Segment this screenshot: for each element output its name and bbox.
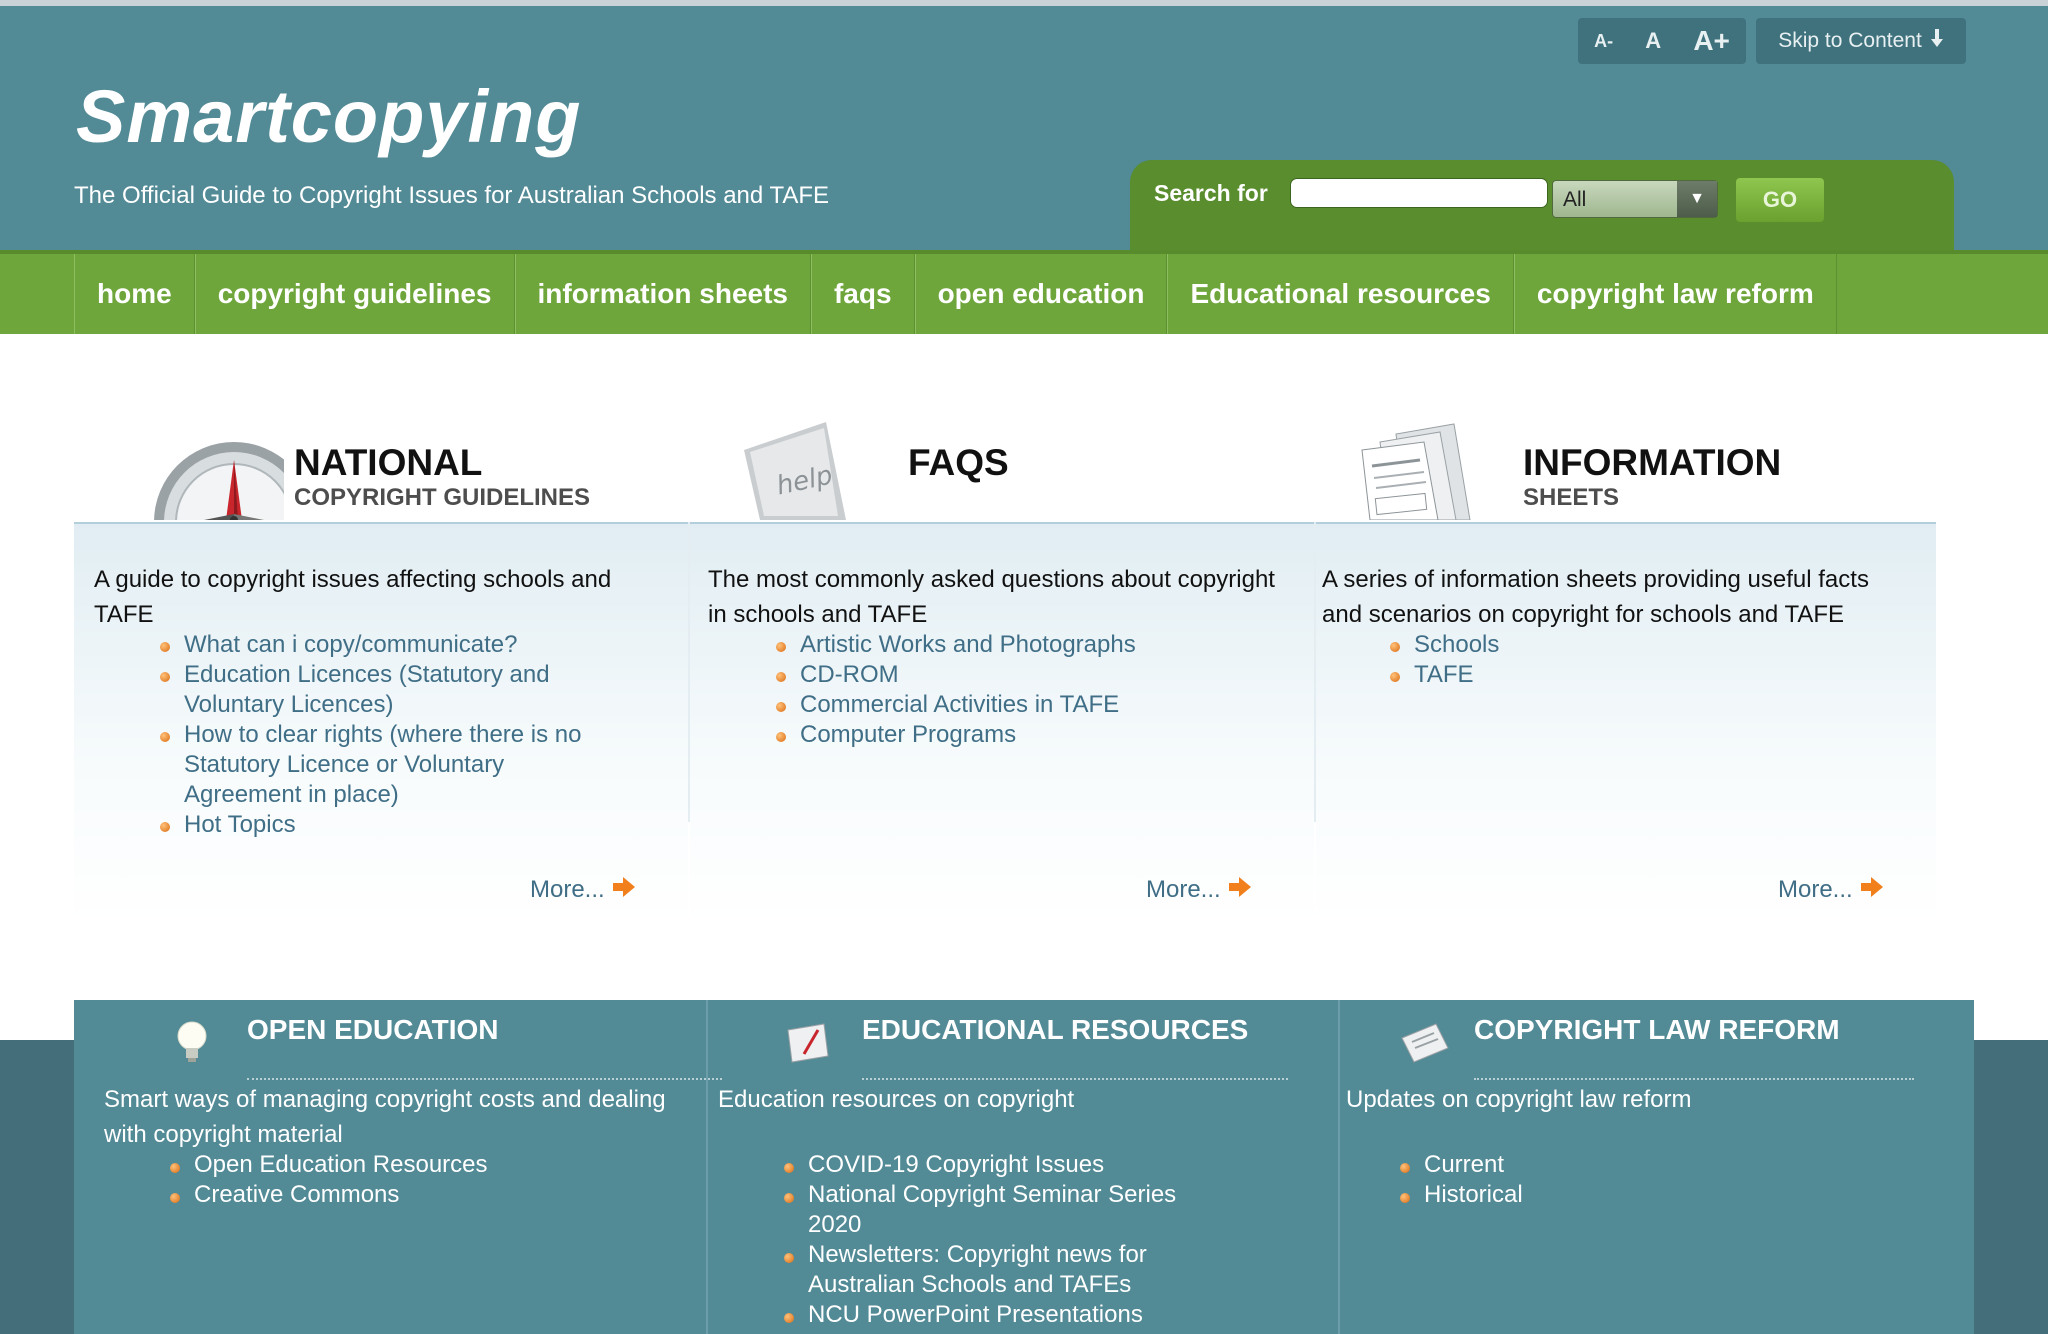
list-item[interactable]: CD-ROM [776, 660, 1246, 690]
search-scope-select[interactable]: All ▼ [1552, 180, 1718, 218]
feature-band: OPEN EDUCATION Smart ways of managing co… [74, 1000, 1974, 1334]
law-reform-links: Current Historical [1400, 1150, 1840, 1210]
open-education-description: Smart ways of managing copyright costs a… [104, 1086, 666, 1148]
nav-item-faqs[interactable]: faqs [810, 254, 915, 334]
list-item[interactable]: Newsletters: Copyright news for Australi… [784, 1240, 1224, 1300]
list-item[interactable]: Computer Programs [776, 720, 1246, 750]
nav-item-educational-resources[interactable]: Educational resources [1167, 254, 1514, 334]
nav-item-open-education[interactable]: open education [914, 254, 1168, 334]
faqs-more-link[interactable]: More... [1146, 876, 1251, 904]
law-reform-description: Updates on copyright law reform [1346, 1086, 1692, 1113]
guidelines-description: A guide to copyright issues affecting sc… [94, 566, 612, 628]
faqs-title[interactable]: FAQS [908, 442, 1009, 484]
info-sheets-subtitle[interactable]: SHEETS [1523, 484, 1619, 512]
list-item[interactable]: Schools [1390, 630, 1860, 660]
skip-to-content-button[interactable]: Skip to Content [1756, 18, 1966, 64]
font-size-toolbar: A- A A+ [1578, 18, 1746, 64]
font-normal-button[interactable]: A [1645, 28, 1661, 54]
search-go-button[interactable]: GO [1736, 178, 1824, 222]
font-decrease-button[interactable]: A- [1594, 31, 1613, 52]
font-increase-button[interactable]: A+ [1693, 25, 1730, 57]
more-label: More... [530, 876, 605, 903]
info-sheets-section: INFORMATION SHEETS A series of informati… [1316, 420, 1936, 924]
list-item[interactable]: NCU PowerPoint Presentations [784, 1300, 1224, 1330]
educational-resources-title[interactable]: EDUCATIONAL RESOURCES [862, 1014, 1248, 1046]
info-sheets-more-link[interactable]: More... [1778, 876, 1883, 904]
arrow-down-icon [1930, 29, 1944, 53]
documents-icon [1336, 420, 1506, 521]
more-label: More... [1146, 876, 1221, 903]
law-reform-title[interactable]: COPYRIGHT LAW REFORM [1474, 1014, 1840, 1046]
list-item[interactable]: Current [1400, 1150, 1840, 1180]
chevron-down-icon: ▼ [1677, 181, 1717, 217]
law-reform-section: COPYRIGHT LAW REFORM Updates on copyrigh… [1340, 1000, 1974, 1334]
list-item[interactable]: Hot Topics [160, 810, 590, 840]
faqs-section: help FAQS The most commonly asked questi… [690, 420, 1314, 924]
skip-to-content-label: Skip to Content [1778, 29, 1922, 52]
guidelines-title[interactable]: NATIONAL [294, 442, 482, 484]
open-education-section: OPEN EDUCATION Smart ways of managing co… [74, 1000, 722, 1334]
main-nav: home copyright guidelines information sh… [0, 250, 2048, 334]
educational-resources-description: Education resources on copyright [718, 1086, 1075, 1113]
list-item[interactable]: Historical [1400, 1180, 1840, 1210]
faqs-links: Artistic Works and Photographs CD-ROM Co… [776, 630, 1246, 750]
book-pencil-icon [784, 1016, 834, 1066]
search-input[interactable] [1290, 178, 1548, 208]
info-sheets-description: A series of information sheets providing… [1322, 566, 1869, 628]
list-item[interactable]: COVID-19 Copyright Issues [784, 1150, 1224, 1180]
educational-resources-section: EDUCATIONAL RESOURCES Education resource… [708, 1000, 1338, 1334]
guidelines-subtitle[interactable]: COPYRIGHT GUIDELINES [294, 484, 590, 512]
list-item[interactable]: Artistic Works and Photographs [776, 630, 1246, 660]
compass-icon [114, 420, 314, 602]
list-item[interactable]: TAFE [1390, 660, 1860, 690]
arrow-right-icon [1860, 876, 1883, 904]
arrow-right-icon [612, 876, 635, 904]
nav-item-copyright-guidelines[interactable]: copyright guidelines [194, 254, 515, 334]
divider [862, 1078, 1288, 1080]
list-item[interactable]: How to clear rights (where there is no S… [160, 720, 590, 810]
newspaper-icon [1400, 1016, 1450, 1066]
list-item[interactable]: What can i copy/communicate? [160, 630, 590, 660]
divider [1474, 1078, 1914, 1080]
info-sheets-title[interactable]: INFORMATION [1523, 442, 1781, 484]
guidelines-section: NATIONAL COPYRIGHT GUIDELINES A guide to… [74, 420, 688, 924]
nav-item-home[interactable]: home [74, 254, 195, 334]
arrow-right-icon [1228, 876, 1251, 904]
nav-item-information-sheets[interactable]: information sheets [514, 254, 811, 334]
search-label: Search for [1154, 180, 1268, 206]
search-scope-value: All [1563, 188, 1587, 211]
open-education-links: Open Education Resources Creative Common… [170, 1150, 650, 1210]
list-item[interactable]: Commercial Activities in TAFE [776, 690, 1246, 720]
help-key-icon: help [720, 420, 890, 520]
list-item[interactable]: Education Licences (Statutory and Volunt… [160, 660, 590, 720]
info-sheets-links: Schools TAFE [1390, 630, 1860, 690]
educational-resources-links: COVID-19 Copyright Issues National Copyr… [784, 1150, 1224, 1330]
guidelines-links: What can i copy/communicate? Education L… [160, 630, 590, 840]
lightbulb-icon [170, 1016, 220, 1066]
faqs-description: The most commonly asked questions about … [708, 566, 1275, 628]
more-label: More... [1778, 876, 1853, 903]
site-logo[interactable]: Smartcopying [76, 74, 581, 159]
nav-item-copyright-law-reform[interactable]: copyright law reform [1513, 254, 1837, 334]
divider [247, 1078, 722, 1080]
guidelines-more-link[interactable]: More... [530, 876, 635, 904]
list-item[interactable]: Creative Commons [170, 1180, 650, 1210]
list-item[interactable]: National Copyright Seminar Series 2020 [784, 1180, 1224, 1240]
list-item[interactable]: Open Education Resources [170, 1150, 650, 1180]
open-education-title[interactable]: OPEN EDUCATION [247, 1014, 499, 1046]
site-tagline: The Official Guide to Copyright Issues f… [74, 182, 830, 209]
